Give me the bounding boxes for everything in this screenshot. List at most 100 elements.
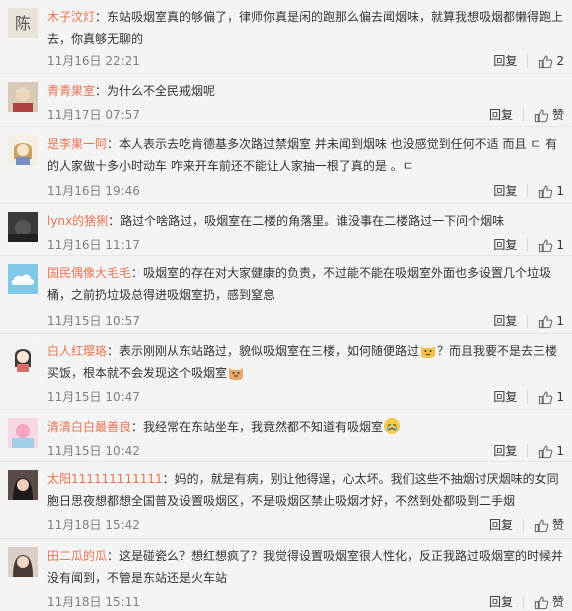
avatar[interactable] — [8, 418, 38, 448]
comment-item: 太阳111111111111：妈的，就是有病，别让他得逞，心太坏。我们这些不抽烟… — [0, 462, 572, 539]
like-button[interactable]: 2 — [538, 52, 564, 70]
comment-body: 本人表示去吃肯德基多次路过禁烟室 并未闻到烟味 也没感觉到任何不适 而且 ㄷ 有… — [47, 137, 558, 173]
thumbs-up-icon — [539, 315, 553, 328]
username[interactable]: lynx的猞猁 — [47, 214, 108, 228]
comment-body: 这是碰瓷么？想红想疯了？我觉得设置吸烟室很人性化，反正我路过吸烟室的时候并没有闻… — [47, 549, 564, 585]
divider — [522, 108, 524, 122]
username[interactable]: 田二瓜的瓜 — [47, 549, 107, 563]
like-count: 1 — [556, 444, 564, 458]
reply-button[interactable]: 回复 — [489, 516, 513, 534]
comment-body: 为什么不全民戒烟呢 — [107, 84, 216, 98]
reply-button[interactable]: 回复 — [493, 312, 517, 330]
comment-text: 白人红璎珞：表示刚刚从东站路过，貌似吸烟室在三楼，如何随便路过 ？而且我要不是去三… — [47, 340, 564, 384]
divider — [527, 444, 529, 458]
thumbs-up-icon — [539, 185, 553, 198]
comment-item: 国民偶像大毛毛：吸烟室的存在对大家健康的负责，不过能不能在吸烟室外面也多设置几个… — [0, 256, 572, 334]
comment-text: 田二瓜的瓜：这是碰瓷么？想红想疯了？我觉得设置吸烟室很人性化，反正我路过吸烟室的… — [47, 549, 564, 585]
thumbs-up-icon — [539, 445, 553, 458]
comment-text: 太阳111111111111：妈的，就是有病，别让他得逞，心太坏。我们这些不抽烟… — [47, 472, 559, 508]
comment-meta: 11月15日 10:47 回复 1 — [47, 388, 564, 406]
comment-meta: 11月16日 19:46 回复 1 — [47, 182, 564, 200]
divider — [527, 390, 529, 404]
comment-body: 东站吸烟室真的够偏了，律师你真是闲的跑那么偏去闻烟味，就算我想吸烟都懒得跑上去，… — [47, 10, 564, 46]
like-button[interactable]: 1 — [538, 312, 564, 330]
like-button[interactable]: 1 — [538, 442, 564, 460]
timestamp: 11月15日 10:57 — [47, 314, 140, 328]
avatar[interactable]: 陈 — [8, 8, 38, 38]
thumbs-up-icon — [539, 391, 553, 404]
thumbs-up-icon — [539, 239, 553, 252]
avatar[interactable] — [8, 212, 38, 242]
username[interactable]: 青青果室 — [47, 84, 95, 98]
cat-emoji-icon — [229, 368, 244, 380]
like-button[interactable]: 赞 — [534, 106, 564, 124]
thumbs-up-icon — [534, 596, 549, 609]
username[interactable]: 白人红璎珞 — [47, 344, 107, 358]
comment-meta: 11月16日 11:17 回复 1 — [47, 236, 564, 254]
thumbs-up-icon — [534, 519, 549, 532]
comment-meta: 11月18日 15:42 回复 赞 — [47, 516, 564, 534]
like-button[interactable]: 1 — [538, 388, 564, 406]
divider — [527, 54, 529, 68]
thumbs-up-icon — [539, 55, 553, 68]
like-count: 1 — [556, 390, 564, 404]
cat-emoji-icon — [421, 346, 436, 358]
comment-item: 白人红璎珞：表示刚刚从东站路过，貌似吸烟室在三楼，如何随便路过 ？而且我要不是去三… — [0, 334, 572, 410]
username[interactable]: 木子汶灯 — [47, 10, 95, 24]
username[interactable]: 清清白白最善良 — [47, 420, 131, 434]
avatar[interactable] — [8, 82, 38, 112]
reply-button[interactable]: 回复 — [493, 442, 517, 460]
timestamp: 11月17日 07:57 — [47, 108, 140, 122]
username[interactable]: 是李果一阿 — [47, 137, 107, 151]
avatar[interactable] — [8, 135, 38, 165]
comment-item: 是李果一阿：本人表示去吃肯德基多次路过禁烟室 并未闻到烟味 也没感觉到任何不适 … — [0, 127, 572, 204]
comment-meta: 11月18日 15:11 回复 赞 — [47, 593, 564, 611]
comment-item: 陈 木子汶灯：东站吸烟室真的够偏了，律师你真是闲的跑那么偏去闻烟味，就算我想吸烟… — [0, 0, 572, 74]
like-button[interactable]: 赞 — [534, 593, 564, 611]
like-count: 赞 — [551, 595, 564, 609]
like-count: 赞 — [551, 518, 564, 532]
like-count: 1 — [556, 314, 564, 328]
timestamp: 11月15日 10:42 — [47, 444, 140, 458]
comment-meta: 11月15日 10:57 回复 1 — [47, 312, 564, 330]
avatar[interactable] — [8, 547, 38, 577]
comment-body: 我经常在东站坐车，我竟然都不知道有吸烟室 — [143, 420, 384, 434]
avatar[interactable] — [8, 470, 38, 500]
divider — [522, 595, 524, 609]
reply-button[interactable]: 回复 — [493, 52, 517, 70]
divider — [527, 184, 529, 198]
like-count: 1 — [556, 184, 564, 198]
thumbs-up-icon — [534, 109, 549, 122]
timestamp: 11月15日 10:47 — [47, 390, 140, 404]
username[interactable]: 太阳111111111111 — [47, 472, 163, 486]
like-count: 赞 — [551, 108, 564, 122]
comment-meta: 11月15日 10:42 回复 1 — [47, 442, 564, 460]
avatar[interactable] — [8, 264, 38, 294]
comment-text: 青青果室：为什么不全民戒烟呢 — [47, 84, 216, 98]
reply-button[interactable]: 回复 — [493, 388, 517, 406]
comment-item: 青青果室：为什么不全民戒烟呢 11月17日 07:57 回复 赞 — [0, 74, 572, 127]
comment-meta: 11月17日 07:57 回复 赞 — [47, 106, 564, 124]
comment-list: 陈 木子汶灯：东站吸烟室真的够偏了，律师你真是闲的跑那么偏去闻烟味，就算我想吸烟… — [0, 0, 572, 611]
username[interactable]: 国民偶像大毛毛 — [47, 266, 131, 280]
reply-button[interactable]: 回复 — [493, 182, 517, 200]
crying-emoji-icon — [384, 418, 401, 434]
like-count: 2 — [556, 54, 564, 68]
like-count: 1 — [556, 238, 564, 252]
avatar-text: 陈 — [15, 14, 31, 33]
comment-text: 国民偶像大毛毛：吸烟室的存在对大家健康的负责，不过能不能在吸烟室外面也多设置几个… — [47, 266, 552, 302]
like-button[interactable]: 1 — [538, 236, 564, 254]
like-button[interactable]: 赞 — [534, 516, 564, 534]
divider — [527, 314, 529, 328]
reply-button[interactable]: 回复 — [489, 593, 513, 611]
divider — [527, 238, 529, 252]
comment-item: lynx的猞猁：路过个啥路过，吸烟室在二楼的角落里。谁没事在二楼路过一下问个烟味… — [0, 204, 572, 256]
reply-button[interactable]: 回复 — [489, 106, 513, 124]
timestamp: 11月18日 15:42 — [47, 518, 140, 532]
avatar[interactable] — [8, 342, 38, 372]
comment-body: 表示刚刚从东站路过，貌似吸烟室在三楼，如何随便路过 — [119, 344, 420, 358]
comment-item: 清清白白最善良：我经常在东站坐车，我竟然都不知道有吸烟室 11月15日 10:4… — [0, 410, 572, 462]
timestamp: 11月16日 22:21 — [47, 54, 140, 68]
reply-button[interactable]: 回复 — [493, 236, 517, 254]
like-button[interactable]: 1 — [538, 182, 564, 200]
